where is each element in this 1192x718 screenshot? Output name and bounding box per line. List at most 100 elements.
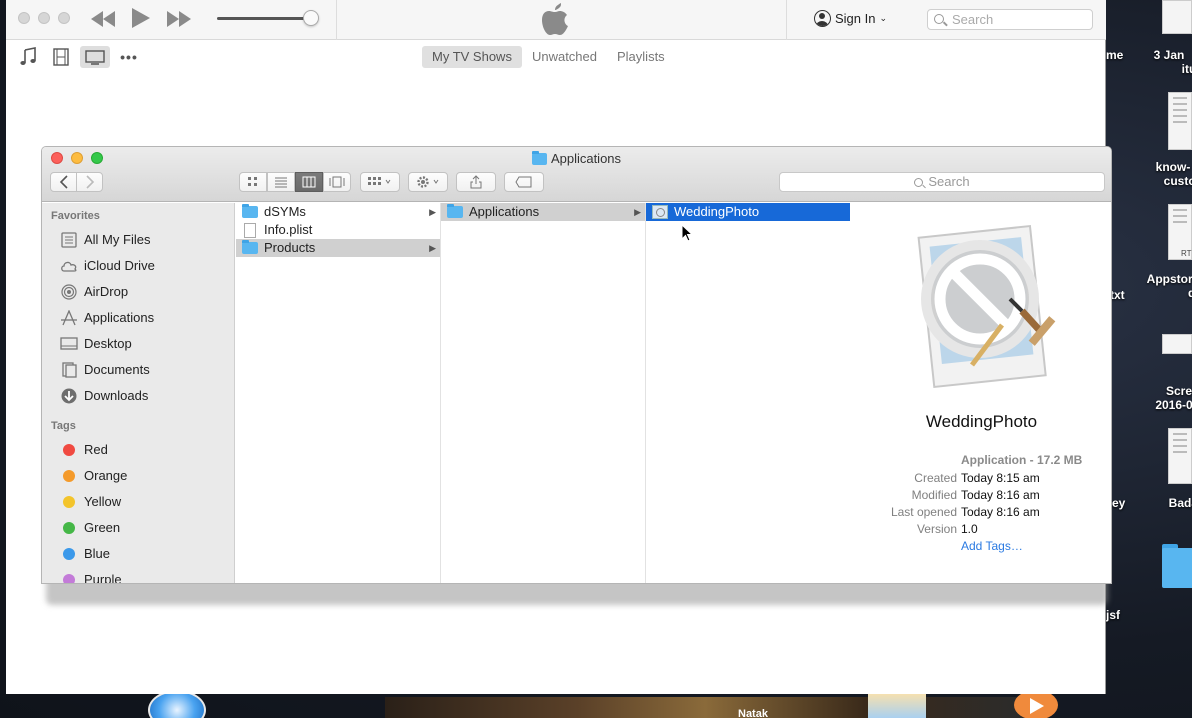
- share-button[interactable]: [456, 172, 496, 192]
- red-tag-icon: [63, 444, 75, 456]
- finder-search-placeholder: Search: [928, 174, 970, 189]
- forward-button[interactable]: [76, 172, 103, 192]
- play-icon[interactable]: [130, 8, 150, 28]
- list-view-button[interactable]: [267, 172, 295, 192]
- sign-in-label: Sign In: [835, 11, 876, 26]
- desktop-item-screen[interactable]: Screen 2016-0...: [1136, 384, 1192, 412]
- finder-sidebar: Favorites All My Files iCloud Drive AirD…: [42, 203, 235, 584]
- arrange-button[interactable]: [360, 172, 400, 192]
- document-icon: [244, 222, 256, 238]
- row-label: WeddingPhoto: [674, 204, 760, 219]
- action-button[interactable]: [408, 172, 448, 192]
- itunes-minimize-button[interactable]: [38, 12, 50, 24]
- airdrop-icon: [61, 284, 77, 300]
- finder-title-text: Applications: [550, 151, 622, 166]
- itunes-close-button[interactable]: [18, 12, 30, 24]
- list-item-applications[interactable]: Applications ▶: [441, 203, 645, 221]
- column-view-button[interactable]: [295, 172, 323, 192]
- itunes-search-field[interactable]: Search: [927, 9, 1093, 30]
- tv-icon[interactable]: [80, 46, 110, 68]
- sidebar-item-label: Yellow: [84, 494, 122, 509]
- list-item-products[interactable]: Products ▶: [236, 239, 440, 257]
- app-placeholder-icon: [917, 224, 1056, 389]
- sidebar-tag-purple[interactable]: Purple: [60, 569, 122, 584]
- desktop-file-thumbnail[interactable]: [1168, 92, 1192, 150]
- desktop-file-thumbnail[interactable]: [1162, 334, 1192, 354]
- downloads-icon: [61, 388, 77, 404]
- dock-photo-thumbnail[interactable]: [868, 694, 926, 718]
- mouse-cursor-icon: [681, 224, 693, 242]
- itunes-zoom-button[interactable]: [58, 12, 70, 24]
- desktop-file-thumbnail[interactable]: [1162, 0, 1192, 34]
- sidebar-favorites-heading: Favorites: [51, 210, 100, 222]
- sidebar-item-label: Orange: [84, 468, 128, 483]
- chevron-left-icon: [59, 175, 68, 189]
- disclosure-arrow-icon: ▶: [429, 243, 436, 253]
- volume-slider-knob[interactable]: [303, 10, 319, 26]
- disclosure-arrow-icon: ▶: [634, 207, 641, 217]
- sidebar-item-icloud-drive[interactable]: iCloud Drive: [60, 255, 155, 277]
- finder-window: Applications Search Favorites All My Fil…: [41, 146, 1112, 584]
- toolbar-divider: [786, 0, 787, 40]
- browser-column-3: WeddingPhoto: [646, 203, 851, 583]
- finder-search-field[interactable]: Search: [779, 172, 1105, 192]
- info-label: Last opened: [890, 505, 957, 519]
- media-player-icon[interactable]: [1014, 690, 1058, 718]
- more-icon[interactable]: •••: [116, 46, 142, 68]
- desktop-folder-icon[interactable]: [1162, 544, 1192, 588]
- sidebar-item-label: Downloads: [84, 388, 149, 403]
- music-note-icon[interactable]: [16, 46, 42, 68]
- sidebar-item-label: Applications: [84, 310, 155, 325]
- desktop-item-badal[interactable]: Badal B: [1136, 496, 1192, 510]
- sidebar-tag-orange[interactable]: Orange: [60, 465, 127, 487]
- row-label: Products: [264, 240, 316, 255]
- desktop-item-iw[interactable]: iW: [1146, 608, 1192, 622]
- desktop-item-3-jan[interactable]: 3 Jan itu: [1126, 48, 1192, 76]
- desktop-item-know[interactable]: know- custom: [1130, 160, 1192, 188]
- row-label: Applications: [469, 204, 540, 219]
- desktop-item-appstore[interactable]: Appstore det: [1130, 272, 1192, 300]
- list-item-weddingphoto[interactable]: WeddingPhoto: [646, 203, 850, 221]
- desktop-file-thumbnail[interactable]: RT: [1168, 204, 1192, 260]
- sign-in-button[interactable]: Sign In ⌄: [814, 10, 887, 27]
- info-value: Today 8:16 am: [961, 488, 1040, 502]
- preview-kind-size: Application - 17.2 MB: [961, 453, 1083, 467]
- sidebar-item-all-my-files[interactable]: All My Files: [60, 229, 150, 251]
- cover-flow-button[interactable]: [323, 172, 351, 192]
- sidebar-tag-blue[interactable]: Blue: [60, 543, 110, 565]
- sidebar-item-label: All My Files: [84, 232, 151, 247]
- edit-tags-button[interactable]: [504, 172, 544, 192]
- fast-forward-icon[interactable]: [166, 11, 192, 27]
- volume-slider-track[interactable]: [217, 17, 313, 20]
- tag-icon: [515, 176, 532, 188]
- folder-icon: [242, 240, 258, 254]
- add-tags-link[interactable]: Add Tags…: [961, 539, 1023, 553]
- tab-unwatched[interactable]: Unwatched: [522, 46, 607, 68]
- green-tag-icon: [63, 522, 75, 534]
- sidebar-item-desktop[interactable]: Desktop: [60, 333, 132, 355]
- sidebar-tag-red[interactable]: Red: [60, 439, 108, 461]
- list-item-info-plist[interactable]: Info.plist: [236, 221, 440, 239]
- sidebar-item-label: Purple: [84, 572, 122, 584]
- sidebar-item-applications[interactable]: Applications: [60, 307, 154, 329]
- info-label: Version: [916, 522, 957, 536]
- tab-playlists[interactable]: Playlists: [607, 46, 675, 68]
- list-item-dsyms[interactable]: dSYMs ▶: [236, 203, 440, 221]
- sidebar-item-downloads[interactable]: Downloads: [60, 385, 148, 407]
- sidebar-item-airdrop[interactable]: AirDrop: [60, 281, 128, 303]
- sidebar-item-label: AirDrop: [84, 284, 129, 299]
- apple-logo-icon: [542, 3, 568, 35]
- rewind-icon[interactable]: [90, 11, 116, 27]
- back-button[interactable]: [50, 172, 77, 192]
- icon-view-button[interactable]: [239, 172, 267, 192]
- film-icon[interactable]: [48, 46, 74, 68]
- share-icon: [470, 175, 482, 189]
- sidebar-item-documents[interactable]: Documents: [60, 359, 150, 381]
- desktop-file-thumbnail[interactable]: [1168, 428, 1192, 484]
- itunes-toolbar: Sign In ⌄ Search: [6, 0, 1106, 40]
- itunes-tab-bar: My TV Shows Unwatched Playlists: [422, 46, 675, 68]
- sidebar-tag-yellow[interactable]: Yellow: [60, 491, 121, 513]
- sidebar-tag-green[interactable]: Green: [60, 517, 120, 539]
- tab-my-tv-shows[interactable]: My TV Shows: [422, 46, 522, 68]
- itunes-search-placeholder: Search: [952, 12, 994, 27]
